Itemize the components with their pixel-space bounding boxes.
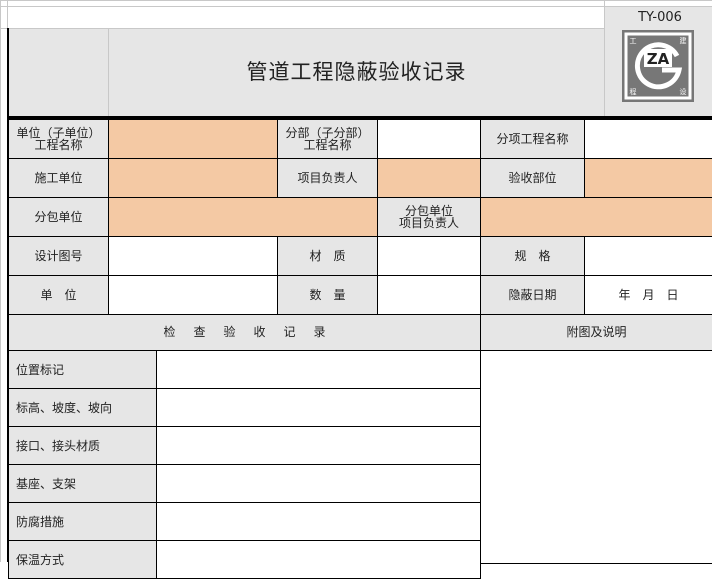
input-material[interactable] [377,236,481,276]
check-item-value[interactable] [156,426,481,465]
label-subcontract-manager: 分包单位 项目负责人 [377,197,481,237]
label-line: 工程名称 [303,138,352,152]
check-record-header-text: 检查验收记录 [163,325,344,339]
check-item-label: 基座、支架 [8,464,157,503]
label-text: 施工单位 [34,170,83,185]
label-subcontract-unit: 分包单位 [8,197,109,237]
label-quantity: 数 量 [277,275,378,315]
company-logo: ZA 工 建 程 设 [622,30,694,102]
input-spec[interactable] [584,236,712,276]
label-concealed-date: 隐蔽日期 [480,275,585,315]
label-text: 分包单位 [34,209,83,224]
label-line: 工程名称 [34,138,83,152]
attachment-header-text: 附图及说明 [566,325,627,339]
input-sub-project-name[interactable] [377,119,481,159]
form-code: TY-006 [610,8,710,26]
logo-char-3: 程 [630,87,637,96]
check-item-value[interactable] [156,350,481,389]
label-drawing-no: 设计图号 [8,236,109,276]
input-drawing-no[interactable] [108,236,278,276]
check-item-text: 标高、坡度、坡向 [16,401,113,415]
check-record-header: 检查验收记录 [8,314,481,351]
logo-char-2: 建 [680,36,687,45]
input-subcontract-manager[interactable] [480,197,712,237]
label-text: 数 量 [309,287,346,302]
input-project-manager[interactable] [377,158,481,198]
check-item-label: 位置标记 [8,350,157,389]
logo-graphic: ZA 工 建 程 设 [624,32,692,100]
label-material: 材 质 [277,236,378,276]
check-item-value[interactable] [156,464,481,503]
check-item-value[interactable] [156,502,481,541]
label-unit-project-name: 单位（子单位） 工程名称 [8,119,109,159]
label-item-project-name: 分项工程名称 [480,119,585,159]
check-item-text: 保温方式 [16,553,65,567]
date-placeholder: 年 月 日 [618,287,679,302]
label-project-manager: 项目负责人 [277,158,378,198]
logo-text: ZA [647,50,670,68]
label-unit: 单 位 [8,275,109,315]
form-title: 管道工程隐蔽验收记录 [246,60,467,84]
check-item-text: 位置标记 [16,363,65,377]
check-item-text: 接口、接头材质 [16,439,101,453]
check-item-value[interactable] [156,540,481,579]
logo-char-1: 工 [630,37,637,45]
label-text: 分项工程名称 [496,131,569,146]
label-spec: 规 格 [480,236,585,276]
label-sub-project-name: 分部（子分部） 工程名称 [277,119,378,159]
label-text: 验收部位 [508,170,557,185]
input-acceptance-part[interactable] [584,158,712,198]
form-code-text: TY-006 [638,9,682,25]
check-item-label: 接口、接头材质 [8,426,157,465]
label-text: 材 质 [309,248,346,263]
check-item-value[interactable] [156,388,481,427]
attachment-header: 附图及说明 [480,314,712,351]
input-quantity[interactable] [377,275,481,315]
label-text: 规 格 [514,248,551,263]
label-text: 设计图号 [34,248,83,263]
input-subcontract-unit[interactable] [108,197,378,237]
label-line: 项目负责人 [398,216,459,230]
check-item-text: 基座、支架 [16,477,77,491]
check-item-label: 防腐措施 [8,502,157,541]
input-concealed-date[interactable]: 年 月 日 [584,275,712,315]
label-text: 项目负责人 [297,170,358,185]
label-acceptance-part: 验收部位 [480,158,585,198]
input-construction-unit[interactable] [108,158,278,198]
form-title-cell: 管道工程隐蔽验收记录 [109,29,604,116]
attachment-area[interactable] [480,350,712,564]
logo-char-4: 设 [680,87,687,96]
label-text: 单 位 [40,287,77,302]
label-text: 隐蔽日期 [508,287,557,302]
input-unit[interactable] [108,275,278,315]
header-left-cell [9,29,108,116]
check-item-label: 标高、坡度、坡向 [8,388,157,427]
check-item-text: 防腐措施 [16,515,65,529]
input-unit-project-name[interactable] [108,119,278,159]
check-item-label: 保温方式 [8,540,157,579]
input-item-project-name[interactable] [584,119,712,159]
label-construction-unit: 施工单位 [8,158,109,198]
